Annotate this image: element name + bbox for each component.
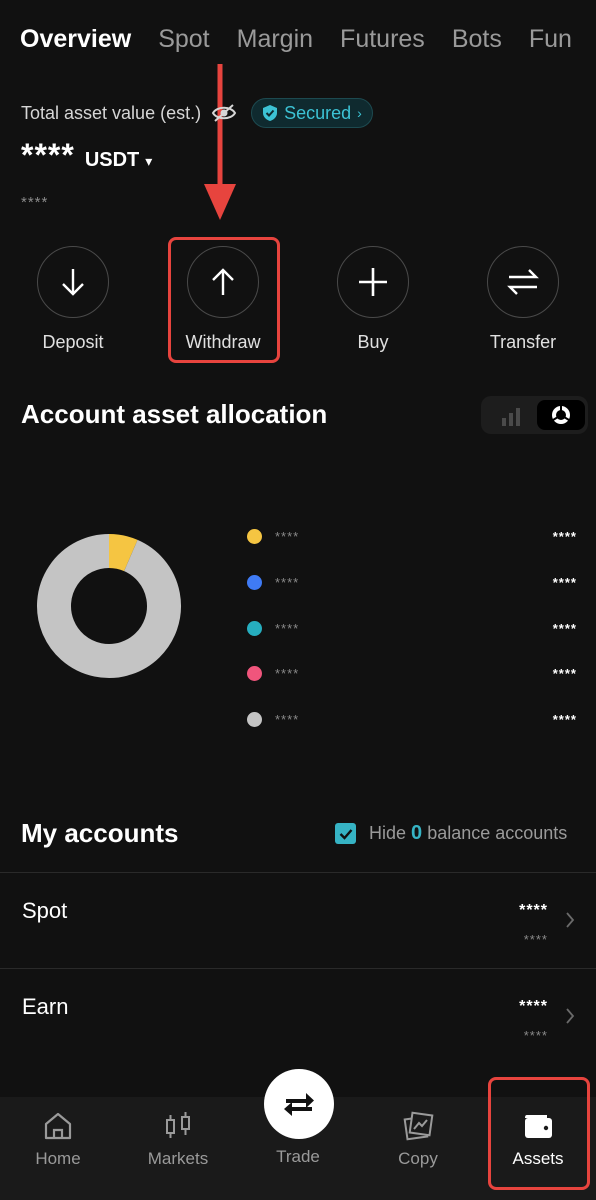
shield-icon <box>263 105 278 121</box>
nav-markets-label: Markets <box>147 1149 209 1168</box>
eye-off-icon[interactable] <box>211 103 237 123</box>
legend-item: **** **** <box>247 709 577 729</box>
assets-highlight-box <box>488 1077 590 1190</box>
arrow-down-icon <box>62 269 84 296</box>
withdraw-highlight-box <box>168 237 280 363</box>
account-value: **** <box>519 902 548 919</box>
legend-dot <box>247 620 262 636</box>
account-row-spot[interactable]: Spot **** **** <box>0 873 596 968</box>
nav-home-label: Home <box>35 1149 81 1168</box>
legend-name: **** <box>275 574 300 590</box>
check-icon <box>339 828 352 840</box>
tab-bots[interactable]: Bots <box>452 22 502 56</box>
hide-zero-label: Hide 0 balance accounts <box>369 822 567 845</box>
legend-item: **** **** <box>247 572 577 592</box>
deposit-button[interactable]: Deposit <box>0 246 148 353</box>
top-tabs: Overview Spot Margin Futures Bots Fun <box>20 22 596 58</box>
legend-value: **** <box>552 665 577 681</box>
legend-value: **** <box>552 620 577 636</box>
allocation-donut-chart <box>37 534 181 678</box>
balance-value: **** <box>21 137 75 173</box>
nav-markets[interactable]: Markets <box>118 1097 238 1169</box>
legend-dot <box>247 711 262 727</box>
deposit-label: Deposit <box>42 332 104 352</box>
account-name: Spot <box>22 898 68 923</box>
legend-dot <box>247 528 262 544</box>
donut-slice <box>37 534 181 678</box>
buy-button[interactable]: Buy <box>298 246 448 353</box>
caret-down-icon[interactable]: ▾ <box>145 153 152 170</box>
legend-dot <box>247 665 262 681</box>
currency-selector[interactable]: USDT <box>85 149 139 172</box>
donut-slice <box>108 534 138 572</box>
plus-icon <box>359 268 387 296</box>
account-row-earn[interactable]: Earn **** **** <box>0 969 596 1064</box>
nav-copy-label: Copy <box>398 1149 438 1168</box>
hide-zero-checkbox[interactable] <box>335 823 356 844</box>
transfer-label: Transfer <box>489 332 557 352</box>
hide-zero-balance-toggle[interactable]: Hide 0 balance accounts <box>335 822 567 845</box>
legend-name: **** <box>275 620 300 636</box>
bar-chart-icon[interactable] <box>493 404 529 426</box>
copy-trading-icon <box>403 1111 434 1141</box>
transfer-icon <box>507 269 539 295</box>
hide-prefix: Hide <box>369 823 407 843</box>
tab-futures[interactable]: Futures <box>340 22 425 56</box>
account-sub-value: **** <box>523 1028 548 1043</box>
home-icon <box>44 1112 72 1140</box>
chevron-right-icon <box>566 912 575 928</box>
donut-chart-icon <box>552 405 570 424</box>
transfer-circle[interactable] <box>487 246 559 318</box>
legend-name: **** <box>275 528 300 544</box>
buy-circle[interactable] <box>337 246 409 318</box>
tab-overview[interactable]: Overview <box>20 22 131 56</box>
legend-dot <box>247 574 262 590</box>
legend-value: **** <box>552 574 577 590</box>
hide-suffix: balance accounts <box>427 823 568 843</box>
legend-name: **** <box>275 711 300 727</box>
legend-item: **** **** <box>247 663 577 683</box>
account-name: Earn <box>22 994 69 1019</box>
red-arrow-annotation <box>204 64 236 220</box>
trade-button[interactable] <box>264 1069 334 1139</box>
asset-label-row: Total asset value (est.) Secured › <box>21 98 373 128</box>
allocation-title: Account asset allocation <box>21 399 328 429</box>
balance-row: **** USDT ▾ <box>21 137 152 174</box>
tab-spot[interactable]: Spot <box>158 22 209 56</box>
donut-chart-toggle[interactable] <box>537 400 585 430</box>
candlestick-icon <box>166 1112 190 1138</box>
legend-item: **** **** <box>247 526 577 546</box>
nav-copy[interactable]: Copy <box>358 1097 478 1169</box>
deposit-circle[interactable] <box>37 246 109 318</box>
legend-name: **** <box>275 665 300 681</box>
nav-trade-label[interactable]: Trade <box>238 1147 358 1167</box>
account-sub-value: **** <box>523 932 548 947</box>
balance-sub-value: **** <box>21 194 49 211</box>
tab-margin[interactable]: Margin <box>237 22 313 56</box>
secured-label: Secured <box>284 102 352 123</box>
chart-view-toggle[interactable] <box>481 396 588 434</box>
buy-label: Buy <box>357 332 389 352</box>
tab-fun[interactable]: Fun <box>529 22 572 56</box>
nav-home[interactable]: Home <box>0 1097 118 1169</box>
legend-value: **** <box>552 528 577 544</box>
my-accounts-title: My accounts <box>21 818 179 848</box>
transfer-button[interactable]: Transfer <box>448 246 596 353</box>
swap-arrows-icon <box>284 1093 314 1116</box>
chevron-right-icon <box>566 1008 575 1024</box>
hide-zero-value: 0 <box>411 822 423 844</box>
legend-value: **** <box>552 711 577 727</box>
legend-item: **** **** <box>247 618 577 638</box>
account-value: **** <box>519 998 548 1015</box>
secured-badge[interactable]: Secured › <box>251 98 373 128</box>
chevron-right-icon: › <box>357 105 362 121</box>
total-asset-label: Total asset value (est.) <box>21 102 202 123</box>
